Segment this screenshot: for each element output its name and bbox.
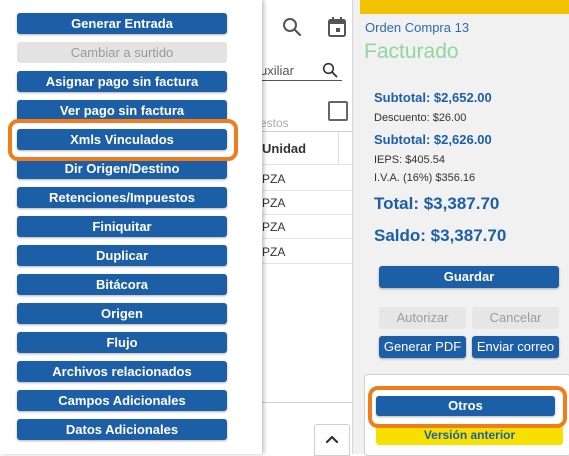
menu-item-origen[interactable]: Origen — [17, 303, 227, 324]
order-status: Facturado — [364, 40, 459, 63]
menu-item-dir-origen-destino[interactable]: Dir Origen/Destino — [17, 158, 227, 179]
discount-label: Descuento: $26.00 — [374, 112, 467, 124]
order-title: Orden Compra 13 — [365, 20, 470, 35]
table-bottom-border — [262, 402, 352, 403]
divider — [262, 214, 352, 215]
menu-item-finiquitar[interactable]: Finiquitar — [17, 216, 227, 237]
select-all-checkbox[interactable] — [328, 101, 348, 121]
line-items-panel: uxiliar estos Unidad PZA PZA PZA PZA — [260, 0, 352, 456]
column-hint: estos — [260, 116, 289, 130]
menu-item-archivos-relacionados[interactable]: Archivos relacionados — [17, 361, 227, 382]
search-icon[interactable] — [322, 62, 338, 78]
table-row: PZA — [262, 172, 286, 186]
menu-item-xmls-vinculados[interactable]: Xmls Vinculados — [17, 129, 227, 150]
menu-item-flujo[interactable]: Flujo — [17, 332, 227, 353]
cancel-button[interactable]: Cancelar — [472, 307, 559, 329]
subtotal-label: Subtotal: $2,652.00 — [374, 90, 492, 105]
auxiliar-search-field[interactable]: uxiliar — [260, 63, 294, 78]
generate-pdf-button[interactable]: Generar PDF — [379, 336, 466, 358]
search-icon[interactable] — [282, 17, 302, 37]
divider — [262, 238, 352, 239]
table-row: PZA — [262, 220, 286, 234]
divider — [262, 190, 352, 191]
scroll-up-button[interactable] — [314, 424, 350, 456]
status-bar — [360, 0, 569, 14]
actions-menu: Generar Entrada Cambiar a surtido Asigna… — [0, 0, 262, 454]
chevron-up-icon — [325, 435, 339, 444]
menu-item-ver-pago[interactable]: Ver pago sin factura — [17, 100, 227, 121]
total-label: Total: $3,387.70 — [374, 194, 500, 213]
divider — [262, 263, 352, 264]
menu-item-generar-entrada[interactable]: Generar Entrada — [17, 13, 227, 34]
iva-label: I.V.A. (16%) $356.16 — [374, 172, 476, 184]
menu-item-duplicar[interactable]: Duplicar — [17, 245, 227, 266]
calendar-icon[interactable] — [327, 16, 347, 38]
menu-item-cambiar-a-surtido[interactable]: Cambiar a surtido — [17, 42, 227, 63]
menu-item-campos-adicionales[interactable]: Campos Adicionales — [17, 390, 227, 411]
balance-label: Saldo: $3,387.70 — [374, 226, 507, 245]
save-button[interactable]: Guardar — [379, 266, 559, 288]
ieps-label: IEPS: $405.54 — [374, 154, 445, 166]
column-header-unidad: Unidad — [262, 141, 307, 156]
table-row: PZA — [262, 245, 286, 259]
send-email-button[interactable]: Enviar correo — [472, 336, 559, 358]
column-separator — [338, 132, 339, 164]
subtotal-after-discount-label: Subtotal: $2,626.00 — [374, 132, 492, 147]
authorize-button[interactable]: Autorizar — [379, 307, 466, 329]
menu-item-retenciones-impuestos[interactable]: Retenciones/Impuestos — [17, 187, 227, 208]
table-row: PZA — [262, 196, 286, 210]
other-button[interactable]: Otros — [376, 396, 555, 416]
search-underline — [262, 80, 342, 81]
menu-item-datos-adicionales[interactable]: Datos Adicionales — [17, 419, 227, 440]
menu-item-asignar-pago[interactable]: Asignar pago sin factura — [17, 71, 227, 92]
previous-version-button[interactable]: Versión anterior — [376, 425, 563, 445]
divider — [262, 164, 352, 165]
menu-item-bitacora[interactable]: Bitácora — [17, 274, 227, 295]
